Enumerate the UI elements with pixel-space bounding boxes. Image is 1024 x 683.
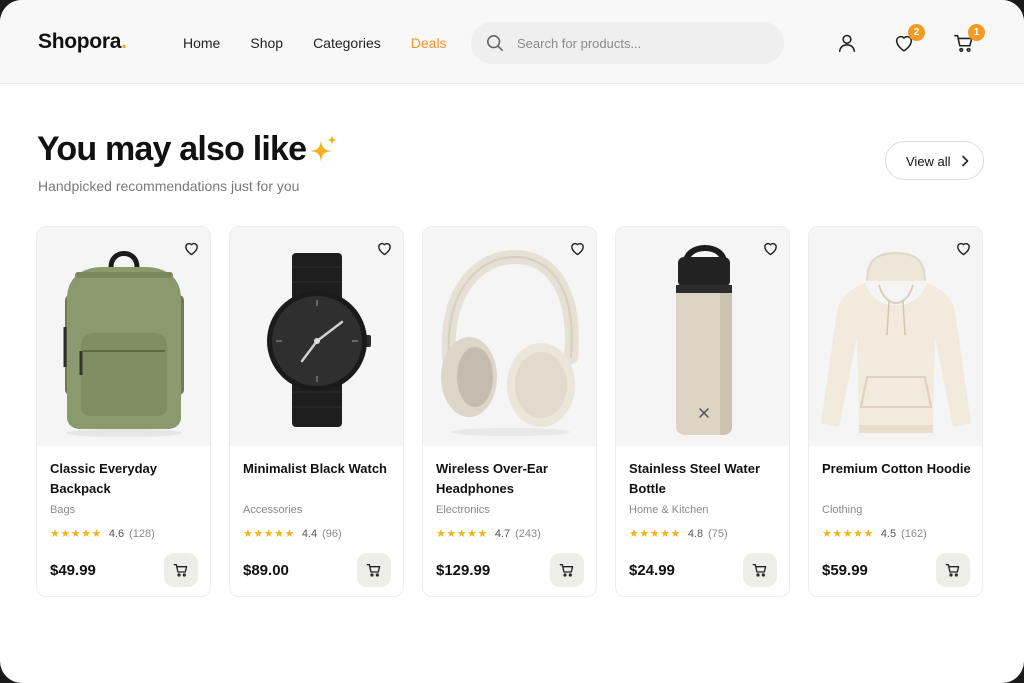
review-count: (243) [515, 527, 541, 540]
product-category: Clothing [822, 504, 863, 516]
product-price: $49.99 [50, 562, 96, 579]
main-nav: Home Shop Categories Deals [183, 35, 477, 51]
product-rating: ★★★★★ 4.5 (162) [822, 527, 927, 541]
sparkle-icon [310, 135, 337, 162]
product-name[interactable]: Stainless Steel Water Bottle [629, 459, 779, 499]
view-all-button[interactable]: View all [885, 141, 984, 180]
product-image[interactable] [809, 227, 982, 446]
product-category: Accessories [243, 504, 303, 516]
product-rating: ★★★★★ 4.4 (96) [243, 527, 342, 541]
star-rating-icon: ★★★★★ [243, 528, 295, 540]
brand-logo[interactable]: Shopora. [38, 30, 127, 54]
chevron-right-icon [962, 155, 969, 167]
rating-value: 4.6 [108, 527, 125, 540]
rating-value: 4.4 [301, 527, 318, 540]
heart-icon[interactable] [762, 240, 779, 257]
heart-icon[interactable] [569, 240, 586, 257]
cart-icon [173, 564, 188, 577]
review-count: (75) [708, 527, 728, 540]
rating-value: 4.7 [494, 527, 511, 540]
nav-shop[interactable]: Shop [250, 35, 283, 51]
search-input[interactable] [517, 22, 772, 64]
add-to-cart-button[interactable] [550, 553, 584, 587]
review-count: (128) [129, 527, 155, 540]
add-to-cart-button[interactable] [936, 553, 970, 587]
star-rating-icon: ★★★★★ [50, 528, 102, 540]
star-rating-icon: ★★★★★ [436, 528, 488, 540]
add-to-cart-button[interactable] [743, 553, 777, 587]
view-all-label: View all [906, 154, 951, 169]
backpack-image [63, 251, 184, 437]
heart-icon[interactable] [376, 240, 393, 257]
cart-icon [366, 564, 381, 577]
product-image[interactable] [423, 227, 596, 446]
product-card[interactable]: Wireless Over-Ear Headphones Electronics… [422, 226, 597, 597]
search-icon [486, 34, 504, 52]
product-name[interactable]: Premium Cotton Hoodie [822, 459, 972, 479]
product-rating: ★★★★★ 4.8 (75) [629, 527, 728, 541]
add-to-cart-button[interactable] [164, 553, 198, 587]
app-frame: Shopora. Home Shop Categories Deals 2 [0, 0, 1024, 683]
product-rating: ★★★★★ 4.7 (243) [436, 527, 541, 541]
product-price: $89.00 [243, 562, 289, 579]
review-count: (96) [322, 527, 342, 540]
user-icon[interactable] [836, 32, 858, 54]
cart-icon [752, 564, 767, 577]
product-rating: ★★★★★ 4.6 (128) [50, 527, 155, 541]
hoodie-image [821, 251, 971, 433]
product-card[interactable]: Minimalist Black Watch Accessories ★★★★★… [229, 226, 404, 597]
product-price: $59.99 [822, 562, 868, 579]
product-name[interactable]: Wireless Over-Ear Headphones [436, 459, 586, 499]
product-name[interactable]: Minimalist Black Watch [243, 459, 393, 479]
nav-deals[interactable]: Deals [411, 35, 447, 51]
product-card[interactable]: Classic Everyday Backpack Bags ★★★★★ 4.6… [36, 226, 211, 597]
nav-categories[interactable]: Categories [313, 35, 381, 51]
heart-icon[interactable] [955, 240, 972, 257]
product-image[interactable] [37, 227, 210, 446]
rating-value: 4.5 [880, 527, 897, 540]
section-subtitle: Handpicked recommendations just for you [38, 178, 300, 194]
nav-home[interactable]: Home [183, 35, 220, 51]
heart-icon[interactable] [183, 240, 200, 257]
search-bar [471, 22, 784, 64]
star-rating-icon: ★★★★★ [629, 528, 681, 540]
cart-icon [559, 564, 574, 577]
wishlist-button[interactable]: 2 [893, 24, 925, 54]
bottle-image [676, 245, 732, 435]
headphones-image [441, 249, 579, 436]
product-image[interactable] [230, 227, 403, 446]
rating-value: 4.8 [687, 527, 704, 540]
add-to-cart-button[interactable] [357, 553, 391, 587]
cart-icon [945, 564, 960, 577]
product-card[interactable]: Premium Cotton Hoodie Clothing ★★★★★ 4.5… [808, 226, 983, 597]
product-price: $24.99 [629, 562, 675, 579]
product-image[interactable] [616, 227, 789, 446]
product-price: $129.99 [436, 562, 491, 579]
product-name[interactable]: Classic Everyday Backpack [50, 459, 200, 499]
top-header: Shopora. Home Shop Categories Deals 2 [0, 0, 1024, 84]
review-count: (162) [901, 527, 927, 540]
product-category: Home & Kitchen [629, 504, 709, 516]
cart-button[interactable]: 1 [953, 24, 985, 54]
product-card[interactable]: Stainless Steel Water Bottle Home & Kitc… [615, 226, 790, 597]
star-rating-icon: ★★★★★ [822, 528, 874, 540]
cart-count-badge: 1 [968, 24, 985, 41]
wishlist-count-badge: 2 [908, 24, 925, 41]
product-category: Bags [50, 504, 76, 516]
section-title: You may also like [37, 130, 307, 168]
watch-image [267, 253, 371, 427]
product-category: Electronics [436, 504, 490, 516]
